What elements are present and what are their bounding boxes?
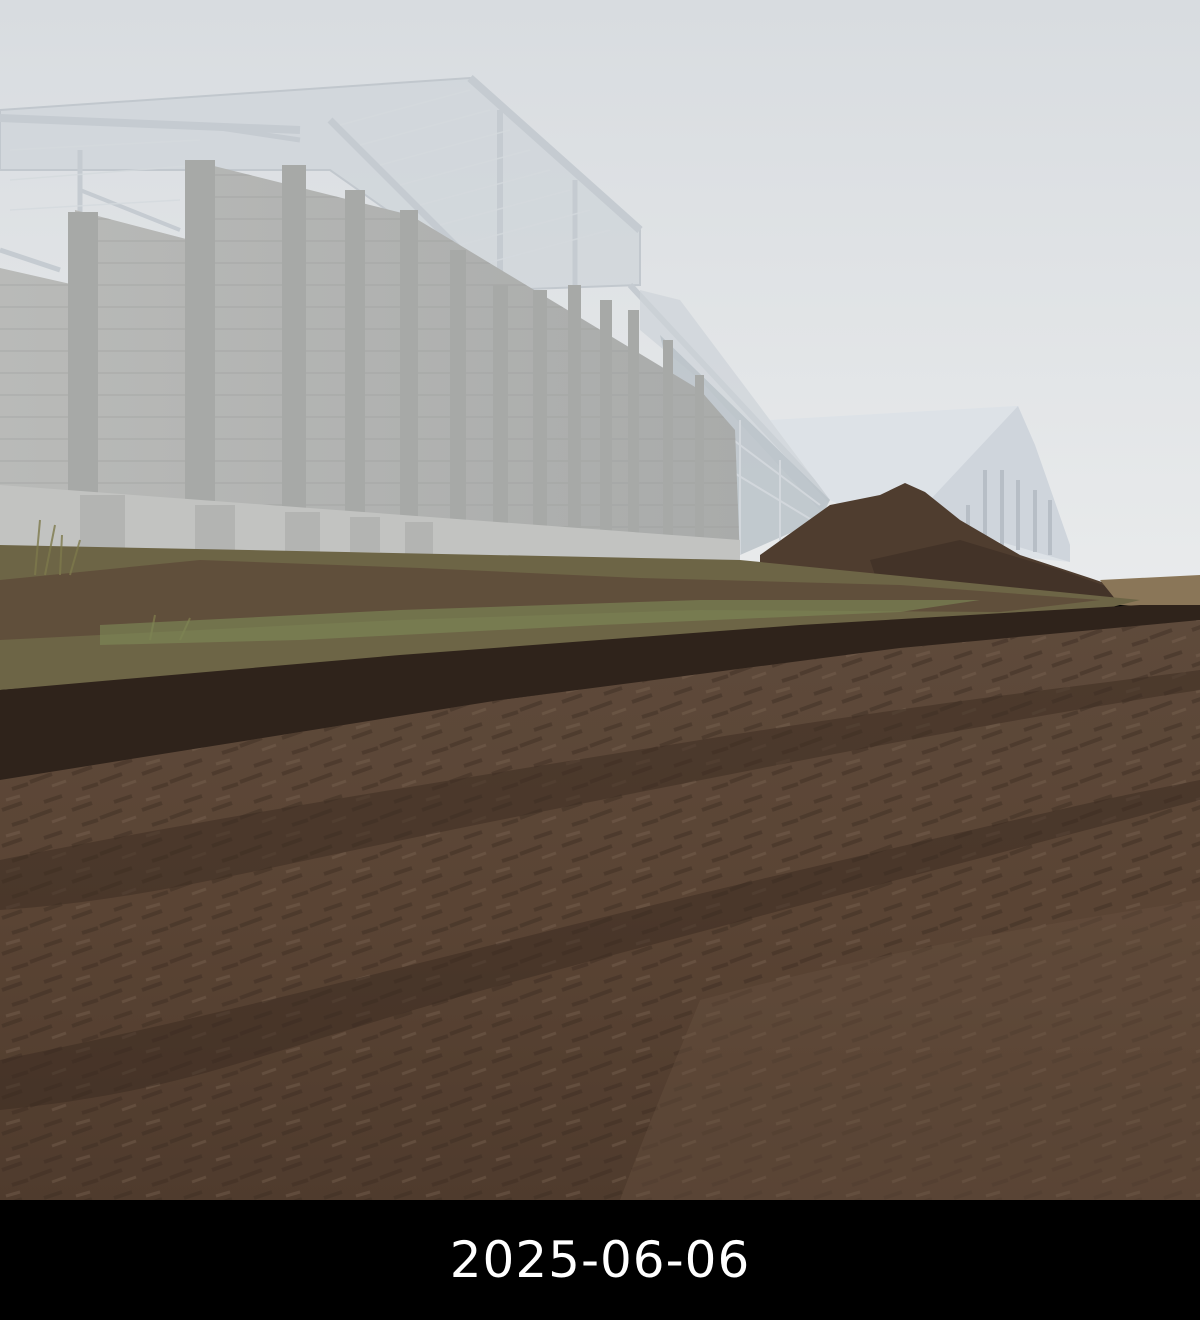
photo-frame: 2025-06-06 — [0, 0, 1200, 1320]
date-caption: 2025-06-06 — [449, 1231, 751, 1289]
construction-site-photo — [0, 0, 1200, 1200]
caption-bar: 2025-06-06 — [0, 1200, 1200, 1320]
